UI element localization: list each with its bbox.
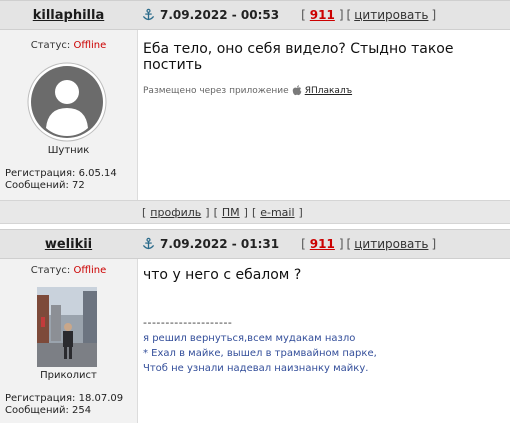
signature-line: Чтоб не узнали надевал наизнанку майку. [143, 363, 369, 374]
user-status: Статус: Offline [30, 265, 107, 276]
signature-divider: -------------------- [143, 316, 233, 329]
anchor-icon[interactable] [142, 8, 155, 22]
user-registration: Регистрация: 18.07.09 [5, 393, 124, 404]
signature-line: * Ехал в майке, вышел в трамвайном парке… [143, 348, 377, 359]
avatar[interactable] [37, 287, 97, 367]
user-registration: Регистрация: 6.05.14 [5, 168, 117, 179]
post-message: Еба тело, оно себя видело? Стыдно такое … [143, 41, 454, 73]
profile-link[interactable]: профиль [150, 206, 201, 219]
quote-link[interactable]: цитировать [354, 237, 428, 251]
app-link[interactable]: ЯПлакалъ [305, 86, 352, 96]
pm-link[interactable]: ПМ [222, 206, 240, 219]
user-rank: Шутник [47, 145, 90, 156]
post-body: Еба тело, оно себя видело? Стыдно такое … [138, 30, 510, 200]
post-number-link[interactable]: 911 [310, 237, 335, 251]
post-author-panel: Статус: Offline Шутник Регистрация: 6.05… [0, 30, 138, 200]
user-status: Статус: Offline [30, 40, 107, 51]
post-footer: [ профиль ] [ ПМ ] [ e-mail ] [0, 200, 510, 224]
posted-via: Размещено через приложение ЯПлакалъ [143, 85, 353, 96]
apple-icon [292, 85, 302, 96]
post-author-panel: Статус: Offline Приколист Регистрация: 1… [0, 259, 138, 423]
post-body: что у него с ебалом ? ------------------… [138, 259, 510, 423]
anchor-icon[interactable] [142, 237, 155, 251]
email-link[interactable]: e-mail [260, 206, 294, 219]
author-link[interactable]: welikii [45, 237, 92, 252]
post-header: killaphilla 7.09.2022 - 00:53 [ 911 ] [ … [0, 0, 510, 30]
post-message: что у него с ебалом ? [143, 267, 302, 283]
post-date: 7.09.2022 - 01:31 [160, 237, 280, 251]
user-rank: Приколист [40, 370, 97, 381]
status-offline: Offline [73, 265, 107, 276]
signature-line: я решил вернуться,всем мудакам назло [143, 333, 356, 344]
post-header: welikii 7.09.2022 - 01:31 [ 911 ] [ цити… [0, 229, 510, 259]
signature: я решил вернуться,всем мудакам назло * Е… [143, 331, 377, 376]
author-link[interactable]: killaphilla [33, 8, 105, 23]
post-date: 7.09.2022 - 00:53 [160, 8, 280, 22]
avatar[interactable] [27, 62, 107, 142]
user-message-count: Сообщений: 72 [5, 180, 85, 191]
user-message-count: Сообщений: 254 [5, 405, 92, 416]
post-number-link[interactable]: 911 [310, 8, 335, 22]
quote-link[interactable]: цитировать [354, 8, 428, 22]
status-offline: Offline [73, 40, 107, 51]
